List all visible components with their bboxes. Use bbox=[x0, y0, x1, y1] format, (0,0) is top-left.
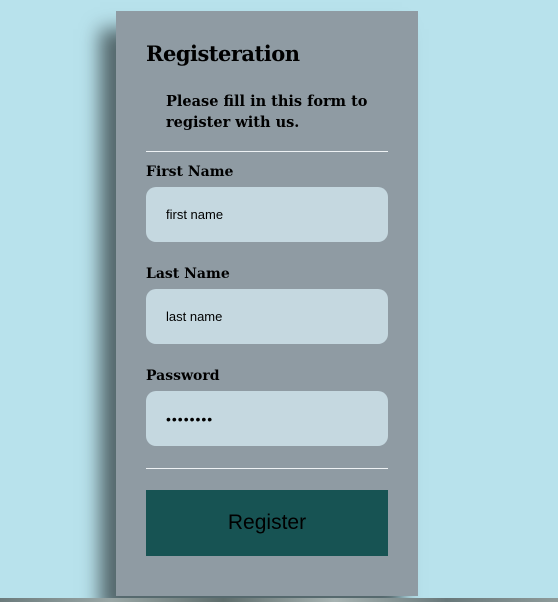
form-subtitle: Please fill in this form to register wit… bbox=[166, 93, 368, 131]
bottom-divider bbox=[146, 468, 388, 469]
password-input[interactable] bbox=[146, 391, 388, 446]
last-name-input[interactable] bbox=[146, 289, 388, 344]
last-name-label: Last Name bbox=[146, 266, 230, 282]
background-strip bbox=[0, 598, 558, 602]
register-button[interactable]: Register bbox=[146, 490, 388, 556]
password-label: Password bbox=[146, 368, 220, 384]
form-title: Registeration bbox=[146, 41, 300, 66]
registration-card: Registeration Please fill in this form t… bbox=[116, 11, 418, 596]
first-name-label: First Name bbox=[146, 164, 234, 180]
top-divider bbox=[146, 151, 388, 152]
first-name-input[interactable] bbox=[146, 187, 388, 242]
